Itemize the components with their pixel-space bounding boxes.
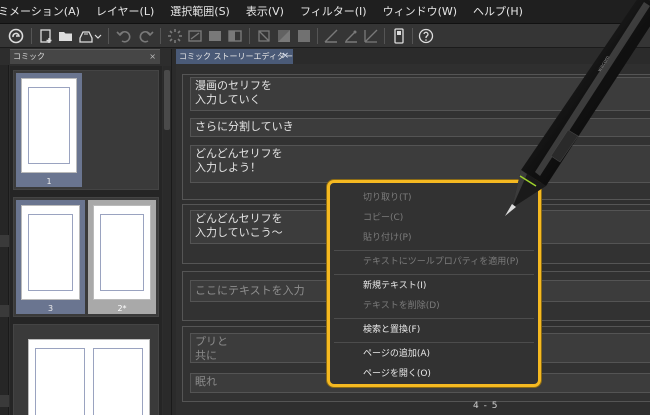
strip-handle[interactable] (0, 305, 9, 317)
transform-icon[interactable] (255, 27, 273, 45)
comic-pages-panel: コミック × 1 3 2* (0, 49, 172, 415)
chevron-down-icon[interactable] (93, 27, 103, 45)
menu-item-delete-text[interactable]: テキストを削除(D) (330, 296, 538, 316)
undo-icon[interactable] (115, 27, 133, 45)
page-number: 1 (46, 177, 52, 186)
tab-story-editor[interactable]: コミック ストーリーエディター × (176, 49, 293, 64)
page-spread (13, 324, 159, 415)
text-field[interactable]: 漫画のセリフを 入力していく (190, 77, 650, 111)
app-logo-icon[interactable] (7, 27, 25, 45)
strip-handle[interactable] (0, 235, 9, 247)
menu-selection[interactable]: 選択範囲(S) (162, 0, 238, 24)
menu-filter[interactable]: フィルター(I) (292, 0, 375, 24)
page-thumbnail[interactable]: 2* (88, 200, 156, 314)
menu-item-open-page[interactable]: ページを開く(O) (330, 364, 538, 384)
page-paper (93, 205, 151, 300)
tab-comic[interactable]: コミック × (10, 49, 160, 64)
menu-item-cut[interactable]: 切り取り(T) (330, 188, 538, 208)
mask-icon[interactable] (275, 27, 293, 45)
invert-icon[interactable] (226, 27, 244, 45)
page-paper (21, 78, 77, 173)
menu-animation[interactable]: ミメーション(A) (0, 0, 88, 24)
menu-view[interactable]: 表示(V) (238, 0, 292, 24)
page-paper (21, 205, 80, 300)
redo-icon[interactable] (137, 27, 155, 45)
page-range-label: 4 - 5 (473, 401, 499, 411)
tab-story-editor-label: コミック ストーリーエディター (179, 52, 293, 61)
menu-item-new-text[interactable]: 新規テキスト(I) (330, 276, 538, 296)
ruler-icon[interactable] (322, 27, 340, 45)
page-paper[interactable] (28, 339, 150, 415)
page-spread: 1 (13, 70, 159, 190)
text-field[interactable]: どんどんセリフを 入力しよう！ (190, 145, 650, 183)
open-folder-icon[interactable] (57, 27, 75, 45)
page-spread: 3 2* (13, 197, 159, 317)
page-thumbnail[interactable]: 3 (16, 200, 85, 314)
menu-separator (334, 342, 534, 343)
menu-item-find-replace[interactable]: 検索と置換(F) (330, 320, 538, 340)
loading-icon[interactable] (166, 27, 184, 45)
device-icon[interactable] (390, 27, 408, 45)
help-icon[interactable] (417, 27, 435, 45)
menu-item-apply-tool-property[interactable]: テキストにツールプロパティを適用(P) (330, 252, 538, 272)
menu-separator (334, 274, 534, 275)
new-file-icon[interactable] (37, 27, 55, 45)
page-number: 2* (117, 304, 127, 313)
menu-separator (334, 250, 534, 251)
menu-bar: ミメーション(A) レイヤー(L) 選択範囲(S) 表示(V) フィルター(I)… (0, 0, 650, 24)
context-menu: 切り取り(T) コピー(C) 貼り付け(P) テキストにツールプロパティを適用(… (327, 180, 541, 387)
snap-ruler-icon[interactable] (342, 27, 360, 45)
snap-grid-icon[interactable] (362, 27, 380, 45)
page-thumbnails: 1 3 2* (10, 66, 162, 415)
fill-icon[interactable] (206, 27, 224, 45)
menu-window[interactable]: ウィンドウ(W) (375, 0, 465, 24)
menu-item-add-page[interactable]: ページの追加(A) (330, 344, 538, 364)
command-bar (0, 24, 650, 48)
clear-icon[interactable] (186, 27, 204, 45)
menu-layer[interactable]: レイヤー(L) (88, 0, 162, 24)
menu-item-copy[interactable]: コピー(C) (330, 208, 538, 228)
text-field[interactable]: さらに分割していき (190, 118, 650, 137)
menu-item-paste[interactable]: 貼り付け(P) (330, 228, 538, 248)
strip-handle[interactable] (0, 395, 9, 407)
layer-icon[interactable] (295, 27, 313, 45)
page-number: 3 (47, 304, 54, 313)
scrollbar[interactable] (163, 66, 171, 415)
close-icon[interactable]: × (149, 50, 156, 64)
close-icon[interactable]: × (281, 49, 289, 64)
tab-comic-label: コミック (13, 52, 45, 61)
page-thumbnail[interactable]: 1 (16, 73, 82, 187)
menu-separator (334, 318, 534, 319)
menu-help[interactable]: ヘルプ(H) (465, 0, 531, 24)
tool-strip (0, 65, 9, 415)
